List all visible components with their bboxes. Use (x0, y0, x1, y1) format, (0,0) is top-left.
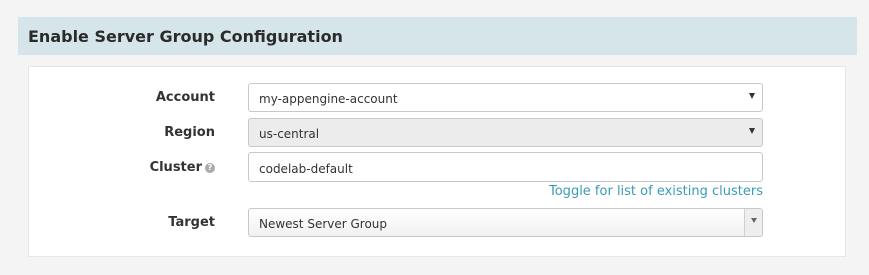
question-circle-icon[interactable]: ? (205, 163, 215, 173)
cluster-label: Cluster (149, 160, 202, 175)
chevron-down-icon (749, 128, 755, 134)
cluster-input-value: codelab-default (259, 162, 353, 176)
chevron-down-icon (751, 218, 757, 223)
cluster-label-group: Cluster? (150, 160, 215, 175)
target-select[interactable]: Newest Server Group (248, 208, 763, 237)
toggle-existing-clusters-link[interactable]: Toggle for list of existing clusters (549, 184, 763, 199)
section-header: Enable Server Group Configuration (18, 17, 857, 55)
region-select[interactable]: us-central (248, 118, 763, 147)
chevron-down-icon (749, 93, 755, 99)
target-select-value: Newest Server Group (259, 217, 388, 231)
cluster-input[interactable]: codelab-default (248, 152, 763, 182)
region-label: Region (164, 125, 215, 140)
region-select-value: us-central (259, 127, 320, 141)
target-label: Target (168, 215, 215, 230)
account-select-value: my-appengine-account (259, 92, 398, 106)
select-divider (744, 209, 745, 236)
account-select[interactable]: my-appengine-account (248, 83, 763, 112)
section-title: Enable Server Group Configuration (28, 27, 343, 46)
account-label: Account (155, 90, 215, 105)
